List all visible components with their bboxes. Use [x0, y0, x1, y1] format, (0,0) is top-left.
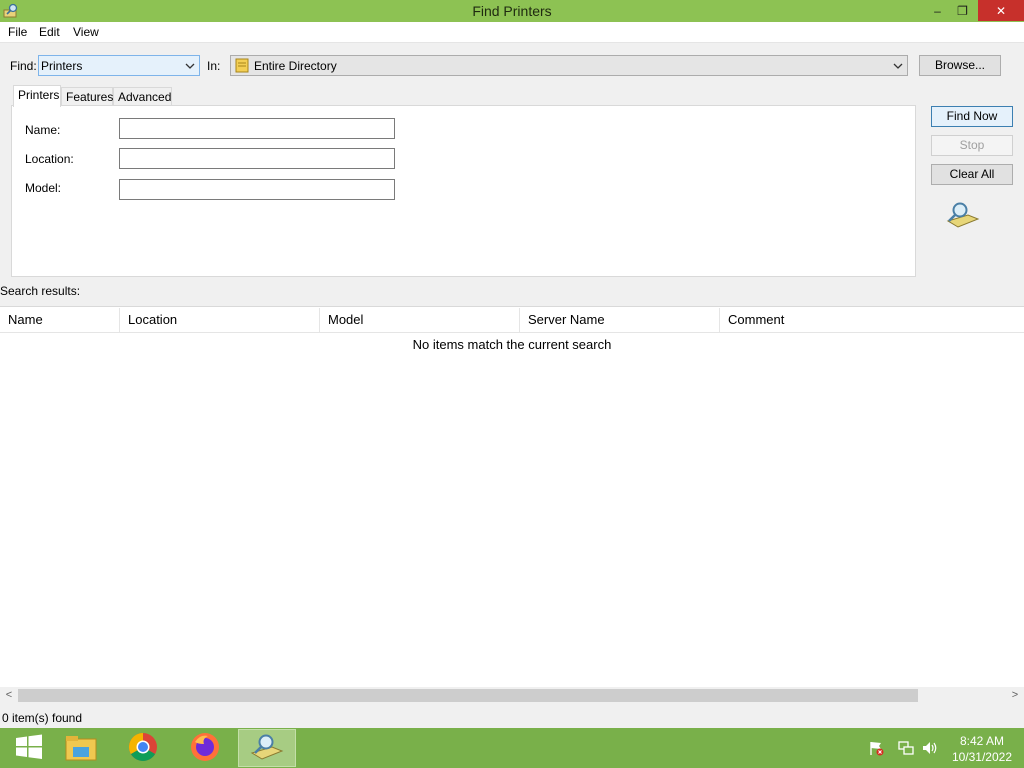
in-location-value: Entire Directory: [254, 59, 337, 73]
directory-icon: [235, 58, 249, 73]
column-header-name[interactable]: Name: [0, 308, 120, 332]
chevron-down-icon: [185, 60, 195, 70]
column-header-model[interactable]: Model: [320, 308, 520, 332]
menu-edit[interactable]: Edit: [39, 25, 60, 39]
find-label: Find:: [10, 59, 37, 73]
name-label: Name:: [25, 123, 61, 137]
find-printers-icon: [250, 733, 284, 764]
tab-printers[interactable]: Printers: [13, 85, 61, 107]
firefox-icon: [190, 732, 220, 765]
scroll-right-icon[interactable]: >: [1007, 688, 1023, 703]
menu-file[interactable]: File: [8, 25, 27, 39]
location-field[interactable]: [119, 148, 395, 169]
horizontal-scrollbar[interactable]: < >: [0, 687, 1024, 704]
find-now-button[interactable]: Find Now: [931, 106, 1013, 127]
chevron-down-icon: [893, 60, 903, 70]
search-animation-icon: [946, 201, 980, 232]
menu-view[interactable]: View: [73, 25, 99, 39]
restore-icon: ❐: [957, 3, 968, 18]
name-field[interactable]: [119, 118, 395, 139]
tab-features[interactable]: Features: [61, 87, 113, 107]
taskbar-file-explorer[interactable]: [52, 729, 110, 767]
restore-button[interactable]: ❐: [948, 0, 977, 21]
close-icon: ✕: [995, 3, 1007, 18]
browse-button[interactable]: Browse...: [919, 55, 1001, 76]
search-results-list[interactable]: Name Location Model Server Name Comment …: [0, 306, 1024, 704]
network-icon[interactable]: [898, 740, 914, 756]
in-location-select[interactable]: Entire Directory: [230, 55, 908, 76]
tab-advanced[interactable]: Advanced: [113, 87, 172, 107]
header-divider: [0, 332, 1024, 333]
minimize-icon: –: [934, 3, 941, 18]
scroll-thumb[interactable]: [18, 689, 918, 702]
file-explorer-icon: [65, 733, 97, 764]
title-bar: Find Printers – ❐ ✕: [0, 0, 1024, 22]
location-label: Location:: [25, 152, 74, 166]
clock[interactable]: 8:42 AM 10/31/2022: [952, 733, 1012, 765]
column-header-comment[interactable]: Comment: [720, 308, 1024, 332]
volume-icon[interactable]: [922, 740, 938, 756]
empty-results-message: No items match the current search: [412, 337, 612, 352]
model-label: Model:: [25, 181, 62, 195]
search-results-label: Search results:: [0, 284, 81, 298]
find-type-value: Printers: [41, 59, 83, 73]
chrome-icon: [128, 732, 158, 765]
printers-tab-panel: Name: Location: Model:: [11, 105, 916, 277]
taskbar-firefox[interactable]: [176, 729, 234, 767]
taskbar: 8:42 AM 10/31/2022: [0, 728, 1024, 768]
windows-start-icon: [15, 734, 43, 763]
window-title: Find Printers: [472, 3, 552, 19]
find-type-select[interactable]: Printers: [38, 55, 200, 76]
taskbar-find-printers[interactable]: [238, 729, 296, 767]
in-label: In:: [207, 59, 221, 73]
stop-button[interactable]: Stop: [931, 135, 1013, 156]
close-button[interactable]: ✕: [978, 0, 1024, 21]
menu-bar: File Edit View: [0, 22, 1024, 43]
taskbar-chrome[interactable]: [114, 729, 172, 767]
clear-all-button[interactable]: Clear All: [931, 164, 1013, 185]
model-field[interactable]: [119, 179, 395, 200]
status-bar: 0 item(s) found: [0, 706, 1024, 728]
clock-date: 10/31/2022: [951, 750, 1012, 764]
clock-time: 8:42 AM: [959, 734, 1004, 748]
column-header-location[interactable]: Location: [120, 308, 320, 332]
column-header-server-name[interactable]: Server Name: [520, 308, 720, 332]
action-center-flag-icon[interactable]: [868, 740, 884, 756]
start-button[interactable]: [0, 729, 58, 767]
status-text: 0 item(s) found: [2, 711, 83, 725]
scroll-left-icon[interactable]: <: [1, 688, 17, 703]
